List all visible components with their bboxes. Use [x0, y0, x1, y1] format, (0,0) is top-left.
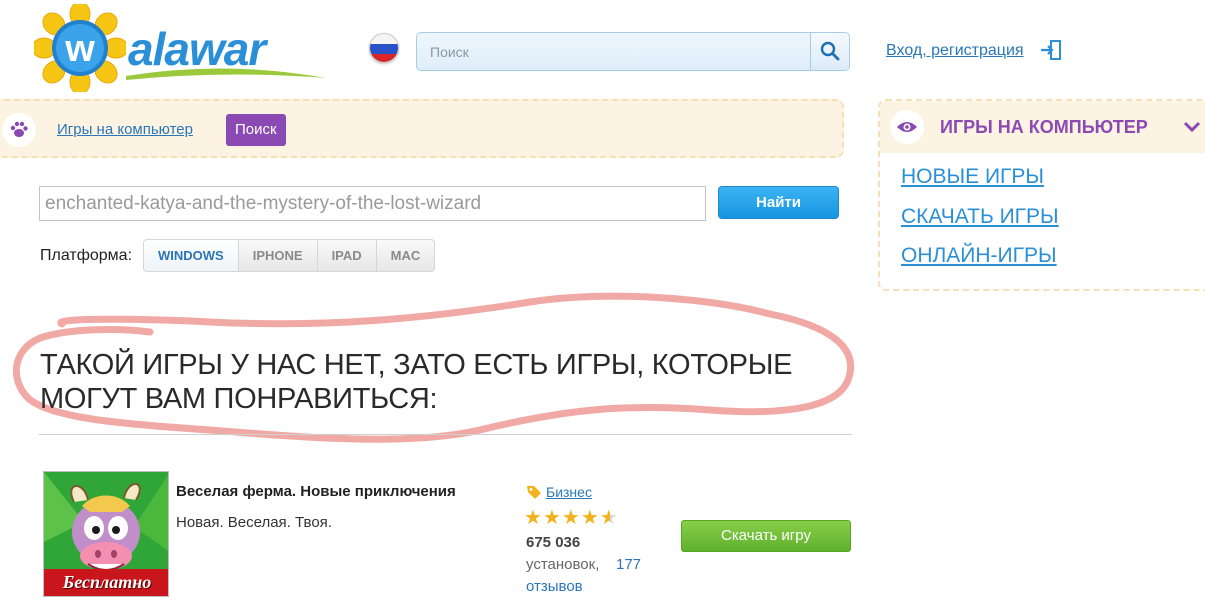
installs-label: установок, [526, 556, 600, 573]
magnifier-icon [820, 41, 840, 61]
platform-label: Платформа: [40, 247, 133, 264]
site-search [416, 32, 850, 71]
game-description: Новая. Веселая. Твоя. [176, 514, 332, 531]
leaf-swoosh-icon [126, 68, 326, 80]
russia-flag-icon[interactable] [369, 33, 399, 63]
installs-count: 675 036 [526, 534, 581, 551]
category-link[interactable]: Бизнес [546, 484, 592, 500]
free-badge: Бесплатно [44, 569, 168, 596]
paw-icon [2, 113, 36, 147]
star-full-icon: ★ [580, 507, 599, 529]
site-search-button[interactable] [810, 33, 849, 70]
star-full-icon: ★ [524, 507, 542, 529]
find-button[interactable]: Найти [718, 186, 839, 219]
breadcrumb: Игры на компьютер Поиск [0, 99, 844, 158]
sidebar-link-download-games[interactable]: СКАЧАТЬ ИГРЫ [901, 205, 1059, 229]
platform-tab-mac[interactable]: MAC [377, 240, 435, 271]
star-full-icon: ★ [542, 507, 561, 529]
platform-tab-windows[interactable]: WINDOWS [144, 240, 239, 271]
platform-tabs: WINDOWS IPHONE IPAD MAC [143, 239, 436, 272]
reviews-count-link[interactable]: 177 [616, 556, 641, 573]
platform-tab-ipad[interactable]: IPAD [318, 240, 377, 271]
sidebar-pc-games: ИГРЫ НА КОМПЬЮТЕР НОВЫЕ ИГРЫ СКАЧАТЬ ИГР… [878, 99, 1205, 291]
no-results-message: Такой игры у нас нет, зато есть игры, ко… [40, 349, 793, 415]
rating-stars: ★ ★ ★ ★ ★ [524, 507, 618, 529]
breadcrumb-current-search: Поиск [226, 114, 286, 146]
sign-in-icon[interactable] [1040, 40, 1062, 60]
game-search-input[interactable] [39, 186, 706, 221]
sunflower-logo-icon: w [34, 4, 126, 92]
star-half-icon: ★ [599, 507, 618, 529]
star-full-icon: ★ [561, 507, 580, 529]
breadcrumb-link-pc-games[interactable]: Игры на компьютер [57, 121, 193, 138]
site-logo[interactable]: w alawar [30, 2, 330, 94]
eye-icon [890, 110, 924, 144]
platform-tab-iphone[interactable]: IPHONE [239, 240, 318, 271]
reviews-label[interactable]: отзывов [526, 578, 583, 595]
game-title[interactable]: Веселая ферма. Новые приключения [176, 483, 456, 500]
sidebar-link-new-games[interactable]: НОВЫЕ ИГРЫ [901, 165, 1044, 189]
game-thumbnail[interactable]: Бесплатно [43, 471, 169, 597]
login-link[interactable]: Вход, регистрация [886, 42, 1024, 60]
site-search-input[interactable] [417, 33, 811, 70]
sidebar-title: ИГРЫ НА КОМПЬЮТЕР [940, 117, 1148, 137]
divider [39, 434, 852, 435]
sidebar-link-online-games[interactable]: ОНЛАЙН-ИГРЫ [901, 244, 1057, 268]
svg-text:w: w [64, 28, 95, 70]
download-game-button[interactable]: Скачать игру [681, 520, 851, 552]
chevron-down-icon[interactable] [1183, 121, 1201, 133]
tag-icon [527, 486, 541, 499]
sidebar-header[interactable]: ИГРЫ НА КОМПЬЮТЕР [880, 101, 1205, 153]
